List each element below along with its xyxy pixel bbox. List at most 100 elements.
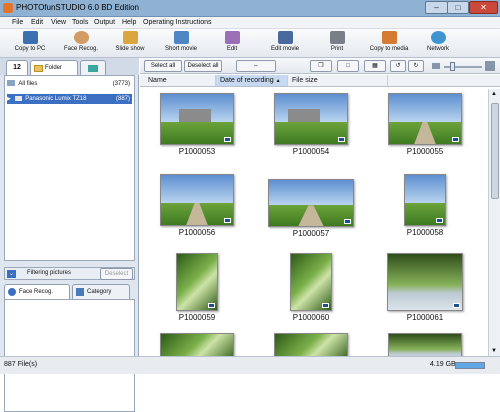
menu-edit[interactable]: Edit <box>31 19 43 26</box>
copy-to-pc-button[interactable]: Copy to PC <box>10 31 50 57</box>
tree-item-panasonic-lumix-tz18[interactable]: ▶ Panasonic Lumix TZ18 (887) <box>7 94 132 104</box>
browser-pane: Select all Deselect all ⇔ ❐ □ ▦ ↺ ↻ Name… <box>140 58 500 357</box>
stack-view-button[interactable]: ▦ <box>364 60 386 72</box>
column-date-of-recording[interactable]: Date of recording ▲ <box>216 75 288 86</box>
thumbnail-item[interactable]: P1000061 <box>380 253 470 322</box>
photo-trees <box>290 253 332 311</box>
column-file-size[interactable]: File size <box>288 75 388 86</box>
folder-tree: All files (3773) ▶ Panasonic Lumix TZ18 … <box>4 75 135 261</box>
slide-show-button[interactable]: Slide show <box>112 31 148 57</box>
calendar-icon: 12 <box>13 64 21 71</box>
menu-tools[interactable]: Tools <box>72 19 88 26</box>
maximize-button[interactable]: □ <box>447 1 469 14</box>
photo-goose <box>388 333 462 357</box>
file-type-icon <box>453 303 460 308</box>
edit-movie-button[interactable]: Edit movie <box>268 31 302 57</box>
scroll-up-icon[interactable]: ▲ <box>491 91 497 97</box>
thumbnail-grid: P1000053 P1000054 P1000055 P1000056 P100… <box>144 89 488 357</box>
left-pane: 12 Folder All files (3773) ▶ Panasonic L… <box>0 58 139 412</box>
face-recog-button[interactable]: Face Recog. <box>62 31 100 57</box>
main-toolbar: Copy to PC Face Recog. Slide show Short … <box>0 29 500 58</box>
compare-icon: ⇔ <box>253 63 259 69</box>
single-view-button[interactable]: □ <box>337 60 359 72</box>
thumbnail-item[interactable] <box>152 333 242 357</box>
short-movie-button[interactable]: Short movie <box>162 31 200 57</box>
filtering-pictures-label: Filtering pictures <box>27 270 72 276</box>
frame-icon: □ <box>346 63 350 69</box>
all-files-icon <box>7 80 15 87</box>
tab-face-recog[interactable]: Face Recog. <box>4 284 70 299</box>
large-thumbs-icon <box>485 61 495 71</box>
tab-map[interactable] <box>80 60 106 75</box>
column-name[interactable]: Name <box>144 75 216 86</box>
scroll-down-icon[interactable]: ▼ <box>491 348 497 354</box>
photo-building <box>160 93 234 145</box>
disk-space: 4.19 GB <box>430 361 456 368</box>
browser-toolbar: Select all Deselect all ⇔ ❐ □ ▦ ↺ ↻ <box>140 58 500 74</box>
small-thumbs-icon <box>432 63 440 69</box>
photo-building <box>274 93 348 145</box>
filter-tabs: Face Recog. Category <box>4 284 135 300</box>
thumbnail-item[interactable]: P1000053 <box>152 93 242 156</box>
print-icon <box>329 31 345 44</box>
photo-field <box>404 174 446 226</box>
network-button[interactable]: Network <box>424 31 452 57</box>
expand-arrow-icon: ▶ <box>7 96 11 102</box>
menu-operating-instructions[interactable]: Operating Instructions <box>143 19 211 26</box>
map-icon <box>88 65 98 72</box>
print-button[interactable]: Print <box>326 31 348 57</box>
thumbnail-item[interactable] <box>266 333 356 357</box>
deselect-filter-button[interactable]: Deselect <box>100 268 133 280</box>
network-icon <box>430 31 446 44</box>
deselect-all-button[interactable]: Deselect all <box>184 60 222 72</box>
thumbnail-item[interactable]: P1000056 <box>152 174 242 237</box>
compare-view-button[interactable]: ⇔ <box>236 60 276 72</box>
tab-folder[interactable]: Folder <box>30 60 78 75</box>
scrollbar-thumb[interactable] <box>491 103 499 199</box>
rotate-left-button[interactable]: ↺ <box>390 60 406 72</box>
menu-view[interactable]: View <box>51 19 66 26</box>
thumbnail-item[interactable]: P1000055 <box>380 93 470 156</box>
collapse-icon[interactable]: ⌄ <box>7 270 16 278</box>
category-icon <box>76 288 84 296</box>
duplicate-view-button[interactable]: ❐ <box>310 60 332 72</box>
zoom-slider-handle[interactable] <box>450 62 455 71</box>
vertical-scrollbar[interactable]: ▲ ▼ <box>488 89 500 356</box>
thumbnail-item[interactable]: P1000060 <box>266 253 356 322</box>
tree-item-all-files[interactable]: All files (3773) <box>7 79 132 89</box>
face-icon <box>8 288 16 296</box>
folder-icon <box>34 65 43 72</box>
edit-button[interactable]: Edit <box>220 31 244 57</box>
menu-output[interactable]: Output <box>94 19 115 26</box>
file-type-icon <box>322 303 329 308</box>
thumbnail-item[interactable]: P1000054 <box>266 93 356 156</box>
edit-movie-icon <box>277 31 293 44</box>
select-all-button[interactable]: Select all <box>144 60 182 72</box>
photo-trees <box>160 333 234 357</box>
file-type-icon <box>224 137 231 142</box>
thumbnail-item[interactable] <box>380 333 470 357</box>
photo-path <box>268 179 354 227</box>
camera-icon <box>14 95 22 101</box>
tab-category[interactable]: Category <box>72 284 130 299</box>
photo-trees <box>274 333 348 357</box>
thumbnail-item[interactable]: P1000057 <box>266 179 356 238</box>
copy-to-media-button[interactable]: Copy to media <box>366 31 412 57</box>
menu-bar: File Edit View Tools Output Help Operati… <box>0 17 500 29</box>
stack-icon: ▦ <box>372 63 378 69</box>
column-headers: Name Date of recording ▲ File size <box>140 75 500 87</box>
file-type-icon <box>452 137 459 142</box>
file-type-icon <box>224 218 231 223</box>
minimize-button[interactable]: – <box>425 1 448 14</box>
tab-folder-label: Folder <box>45 65 63 71</box>
thumbnail-item[interactable]: P1000058 <box>380 174 470 237</box>
calendar-tab[interactable]: 12 <box>6 60 28 75</box>
thumbnail-item[interactable]: P1000059 <box>152 253 242 322</box>
menu-help[interactable]: Help <box>122 19 136 26</box>
rotate-right-button[interactable]: ↻ <box>408 60 424 72</box>
photo-path <box>160 174 234 226</box>
close-button[interactable]: ✕ <box>469 1 498 14</box>
title-bar: PHOTOfunSTUDIO 6.0 BD Edition – □ ✕ <box>0 0 500 17</box>
menu-file[interactable]: File <box>12 19 23 26</box>
rotate-right-icon: ↻ <box>413 63 419 69</box>
